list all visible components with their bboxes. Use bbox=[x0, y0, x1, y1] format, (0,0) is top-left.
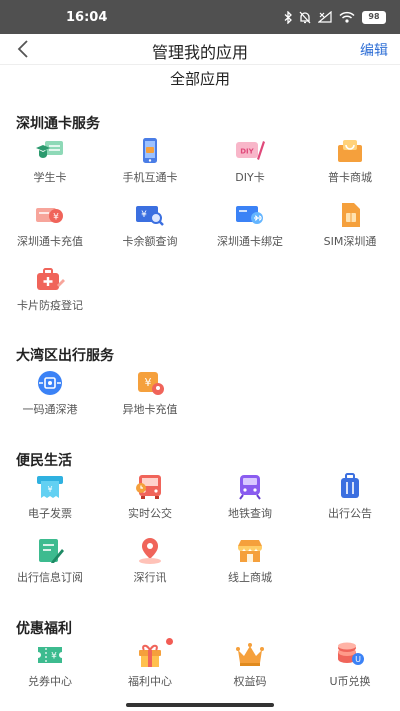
app-realtime-bus[interactable]: 实时公交 bbox=[100, 473, 200, 521]
app-phone-card[interactable]: 手机互通卡 bbox=[100, 137, 200, 185]
app-label: 卡片防疫登记 bbox=[17, 299, 83, 312]
app-student-card[interactable]: 学生卡 bbox=[0, 137, 100, 185]
app-epidemic-register[interactable]: 卡片防疫登记 bbox=[0, 265, 100, 313]
diy-card-icon: DIY bbox=[236, 141, 265, 160]
app-equity-code[interactable]: 权益码 bbox=[200, 641, 300, 689]
sz-hk-code-icon bbox=[38, 371, 62, 395]
svg-text:U: U bbox=[355, 655, 361, 664]
bus-icon bbox=[136, 475, 161, 499]
svg-text:¥: ¥ bbox=[141, 210, 147, 220]
app-welfare-center[interactable]: 福利中心 bbox=[100, 638, 200, 689]
phone-card-icon bbox=[143, 138, 157, 163]
location-news-icon bbox=[139, 538, 161, 564]
app-label: 卡余额查询 bbox=[122, 235, 178, 248]
app-label: 兑券中心 bbox=[28, 675, 72, 688]
battery-icon: 98 bbox=[362, 10, 386, 24]
app-balance-query[interactable]: ¥ 卡余额查询 bbox=[100, 201, 200, 249]
edit-button[interactable]: 编辑 bbox=[360, 40, 388, 60]
app-label: 深圳通卡充值 bbox=[17, 235, 83, 248]
section-title-card-service: 深圳通卡服务 bbox=[16, 116, 100, 132]
app-sz-hk-code[interactable]: 一码通深港 bbox=[0, 369, 100, 417]
app-e-invoice[interactable]: ¥ 电子发票 bbox=[0, 473, 100, 521]
card-bind-icon bbox=[236, 206, 263, 224]
app-label: DIY卡 bbox=[235, 171, 265, 184]
app-diy-card[interactable]: DIY DIY卡 bbox=[200, 137, 300, 185]
svg-text:¥: ¥ bbox=[53, 213, 59, 223]
signal-off-icon bbox=[318, 11, 332, 23]
app-label: 出行公告 bbox=[328, 507, 372, 520]
app-label: 电子发票 bbox=[28, 507, 72, 520]
home-indicator bbox=[126, 703, 274, 707]
metro-icon bbox=[239, 475, 261, 500]
section-title-living: 便民生活 bbox=[16, 453, 72, 469]
nav-bar: 管理我的应用 编辑 bbox=[0, 34, 400, 64]
e-invoice-icon: ¥ bbox=[37, 476, 63, 498]
app-travel-notice[interactable]: 出行公告 bbox=[300, 473, 400, 521]
bluetooth-icon bbox=[284, 10, 292, 24]
status-bar: 16:04 98 bbox=[0, 0, 400, 34]
app-label: 深行讯 bbox=[133, 571, 167, 584]
balance-query-icon: ¥ bbox=[136, 206, 164, 226]
sim-card-icon bbox=[342, 203, 360, 227]
remote-recharge-icon: ¥ bbox=[138, 372, 164, 395]
app-metro-query[interactable]: 地铁查询 bbox=[200, 473, 300, 521]
epidemic-register-icon bbox=[37, 268, 65, 290]
app-label: 一码通深港 bbox=[22, 403, 78, 416]
back-button[interactable] bbox=[14, 38, 34, 60]
nav-divider bbox=[0, 64, 400, 65]
wifi-icon bbox=[339, 11, 355, 23]
notification-dot bbox=[166, 638, 173, 645]
student-card-icon bbox=[36, 141, 63, 158]
travel-notice-icon bbox=[341, 473, 359, 498]
online-mall-icon bbox=[238, 540, 262, 562]
status-time: 16:04 bbox=[66, 10, 108, 25]
gift-icon bbox=[139, 644, 161, 667]
app-label: 地铁查询 bbox=[228, 507, 272, 520]
all-apps-heading: 全部应用 bbox=[169, 70, 230, 88]
coin-icon: U bbox=[338, 642, 364, 665]
mute-icon bbox=[299, 11, 311, 23]
app-label: 出行信息订阅 bbox=[17, 571, 83, 584]
app-card-bind[interactable]: 深圳通卡绑定 bbox=[200, 201, 300, 249]
card-mall-icon bbox=[338, 140, 362, 162]
app-label: 普卡商城 bbox=[328, 171, 372, 184]
section-title-bay-area: 大湾区出行服务 bbox=[16, 348, 114, 364]
app-label: 异地卡充值 bbox=[122, 403, 178, 416]
app-card-mall[interactable]: 普卡商城 bbox=[300, 137, 400, 185]
app-label: 深圳通卡绑定 bbox=[217, 235, 283, 248]
app-label: 线上商城 bbox=[228, 571, 272, 584]
app-card-recharge[interactable]: ¥ 深圳通卡充值 bbox=[0, 201, 100, 249]
svg-text:¥: ¥ bbox=[51, 652, 57, 662]
app-label: 福利中心 bbox=[128, 675, 172, 688]
app-label: SIM深圳通 bbox=[323, 235, 377, 248]
app-coupon-center[interactable]: ¥ 兑券中心 bbox=[0, 641, 100, 689]
coupon-icon: ¥ bbox=[38, 647, 62, 663]
app-label: U币兑换 bbox=[329, 675, 371, 688]
app-label: 权益码 bbox=[233, 675, 267, 688]
crown-icon bbox=[236, 643, 264, 666]
svg-text:DIY: DIY bbox=[240, 148, 254, 156]
section-title-benefits: 优惠福利 bbox=[16, 621, 72, 637]
app-online-mall[interactable]: 线上商城 bbox=[200, 537, 300, 585]
app-location-news[interactable]: 深行讯 bbox=[100, 537, 200, 585]
app-sim-card[interactable]: SIM深圳通 bbox=[300, 201, 400, 249]
subscribe-icon bbox=[39, 539, 64, 563]
app-remote-recharge[interactable]: ¥ 异地卡充值 bbox=[100, 369, 200, 417]
page-title: 管理我的应用 bbox=[151, 43, 248, 62]
app-subscribe[interactable]: 出行信息订阅 bbox=[0, 537, 100, 585]
status-icons: 98 bbox=[284, 9, 386, 25]
card-recharge-icon: ¥ bbox=[36, 208, 63, 223]
app-ucoin-exchange[interactable]: U U币兑换 bbox=[300, 641, 400, 689]
app-label: 实时公交 bbox=[128, 507, 172, 520]
svg-text:¥: ¥ bbox=[145, 376, 152, 389]
app-label: 学生卡 bbox=[33, 171, 67, 184]
svg-text:¥: ¥ bbox=[47, 485, 52, 494]
app-label: 手机互通卡 bbox=[122, 171, 178, 184]
